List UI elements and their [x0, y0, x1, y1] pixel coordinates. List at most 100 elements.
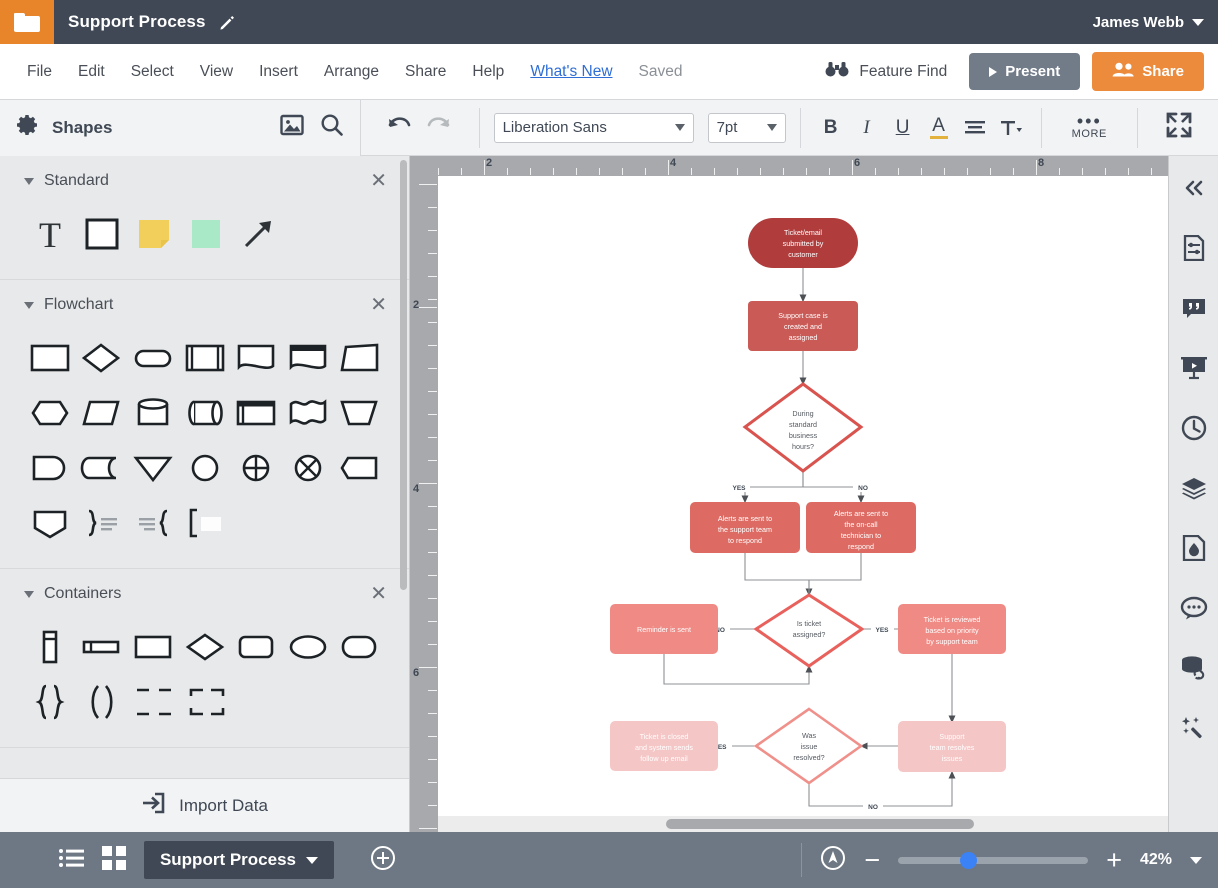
data-link-icon[interactable]	[1172, 646, 1216, 690]
zoom-out-button[interactable]: −	[864, 850, 880, 870]
bold-button[interactable]: B	[815, 111, 847, 145]
image-icon[interactable]	[280, 114, 304, 141]
vertical-container-shape[interactable]	[24, 619, 76, 674]
presentation-icon[interactable]	[1172, 346, 1216, 390]
multi-document-shape[interactable]	[282, 330, 334, 385]
extract-shape[interactable]	[24, 495, 76, 550]
manual-operation-shape[interactable]	[333, 385, 385, 440]
revision-history-icon[interactable]	[1172, 406, 1216, 450]
fit-to-screen-icon[interactable]	[820, 845, 846, 876]
zoom-in-button[interactable]: +	[1106, 850, 1122, 870]
import-data-button[interactable]: Import Data	[0, 778, 409, 832]
font-family-select[interactable]: Liberation Sans	[494, 113, 694, 143]
chevron-down-icon[interactable]	[24, 302, 34, 309]
document-shape[interactable]	[230, 330, 282, 385]
menu-file[interactable]: File	[14, 57, 65, 87]
search-icon[interactable]	[320, 113, 344, 142]
canvas-horizontal-scroll-thumb[interactable]	[666, 819, 974, 829]
annotation-left-shape[interactable]	[128, 495, 180, 550]
rectangle-container-shape[interactable]	[127, 619, 179, 674]
process-shape[interactable]	[24, 330, 76, 385]
layers-icon[interactable]	[1172, 466, 1216, 510]
data-shape[interactable]	[333, 330, 385, 385]
sticky-note-shape[interactable]	[180, 206, 232, 261]
close-icon[interactable]: ✕	[370, 584, 387, 604]
flowchart-node-d1[interactable]: During standard business hours?	[745, 384, 861, 471]
chevron-down-icon[interactable]	[24, 591, 34, 598]
summing-junction-shape[interactable]	[230, 440, 282, 495]
paper-tape-shape[interactable]	[282, 385, 334, 440]
flowchart-node-n7[interactable]: Ticket is closed and system sends follow…	[610, 721, 718, 771]
magic-wand-icon[interactable]	[1172, 706, 1216, 750]
dashed-horizontal-shape[interactable]	[128, 674, 180, 729]
flowchart-node-n2[interactable]: Support case is created and assigned	[748, 301, 858, 351]
rectangle-shape[interactable]	[76, 206, 128, 261]
collapse-panel-icon[interactable]	[1172, 166, 1216, 210]
internal-storage-shape[interactable]	[230, 385, 282, 440]
zoom-level-label[interactable]: 42%	[1140, 851, 1172, 869]
flowchart-node-n5[interactable]: Reminder is sent	[610, 604, 718, 654]
dashed-bracket-shape[interactable]	[180, 674, 232, 729]
font-size-select[interactable]: 7pt	[708, 113, 786, 143]
align-center-icon[interactable]	[959, 111, 991, 145]
feature-find-button[interactable]: Feature Find	[815, 57, 957, 86]
database-shape[interactable]	[127, 385, 179, 440]
paren-pair-shape[interactable]	[76, 674, 128, 729]
text-shape[interactable]: T	[24, 206, 76, 261]
manual-input-shape[interactable]	[76, 385, 128, 440]
flowchart-node-d3[interactable]: Was issue resolved?	[756, 709, 861, 783]
chat-icon[interactable]	[1172, 586, 1216, 630]
pencil-icon[interactable]	[218, 13, 236, 31]
bracket-shape[interactable]	[180, 495, 232, 550]
close-icon[interactable]: ✕	[370, 171, 387, 191]
close-icon[interactable]: ✕	[370, 295, 387, 315]
zoom-slider[interactable]	[898, 857, 1088, 864]
arrow-line-shape[interactable]	[232, 206, 284, 261]
present-button[interactable]: Present	[969, 53, 1080, 90]
flowchart-node-n4[interactable]: Alerts are sent to the on-call technicia…	[806, 502, 916, 553]
text-options-icon[interactable]	[995, 111, 1027, 145]
shapes-panel-scrollbar[interactable]	[400, 160, 407, 590]
add-page-icon[interactable]	[370, 845, 396, 876]
display-shape[interactable]	[127, 440, 179, 495]
stored-data-shape[interactable]	[76, 440, 128, 495]
comment-quote-icon[interactable]	[1172, 286, 1216, 330]
off-page-reference-shape[interactable]	[333, 440, 385, 495]
diagram-canvas[interactable]: YES NO NO YES YES NO Ticket/email submit…	[438, 176, 1206, 816]
chevron-down-icon[interactable]	[24, 178, 34, 185]
document-title[interactable]: Support Process	[68, 12, 206, 32]
gear-icon[interactable]	[16, 113, 40, 142]
menu-help[interactable]: Help	[459, 57, 517, 87]
user-menu[interactable]: James Webb	[1093, 14, 1204, 31]
flowchart-node-n1[interactable]: Ticket/email submitted by customer	[748, 218, 858, 268]
menu-whats-new[interactable]: What's New	[517, 57, 625, 87]
chevron-down-icon[interactable]	[1190, 857, 1202, 864]
flowchart-node-n3[interactable]: Alerts are sent to the support team to r…	[690, 502, 800, 553]
flowchart-node-n6[interactable]: Ticket is reviewed based on priority by …	[898, 604, 1006, 654]
decision-shape[interactable]	[76, 330, 128, 385]
page-tab-support-process[interactable]: Support Process	[144, 841, 334, 879]
terminator-shape[interactable]	[127, 330, 179, 385]
note-shape[interactable]	[128, 206, 180, 261]
text-color-button[interactable]: A	[923, 111, 955, 145]
menu-insert[interactable]: Insert	[246, 57, 311, 87]
flowchart-node-n8[interactable]: Support team resolves issues	[898, 721, 1006, 772]
connector-shape[interactable]	[179, 440, 231, 495]
share-button[interactable]: Share	[1092, 52, 1204, 91]
diamond-container-shape[interactable]	[179, 619, 231, 674]
zoom-slider-thumb[interactable]	[960, 852, 977, 869]
flowchart-node-d2[interactable]: Is ticket assigned?	[756, 595, 862, 666]
preparation-shape[interactable]	[24, 385, 76, 440]
delay-shape[interactable]	[24, 440, 76, 495]
or-junction-shape[interactable]	[282, 440, 334, 495]
folder-icon[interactable]	[0, 0, 54, 44]
fullscreen-icon[interactable]	[1152, 112, 1206, 143]
document-settings-icon[interactable]	[1172, 226, 1216, 270]
undo-arrow-icon[interactable]	[387, 114, 413, 141]
rounded-rect-container-shape[interactable]	[230, 619, 282, 674]
predefined-process-shape[interactable]	[179, 330, 231, 385]
annotation-right-shape[interactable]	[76, 495, 128, 550]
curly-brace-pair-shape[interactable]	[24, 674, 76, 729]
ellipse-container-shape[interactable]	[282, 619, 334, 674]
menu-select[interactable]: Select	[118, 57, 187, 87]
